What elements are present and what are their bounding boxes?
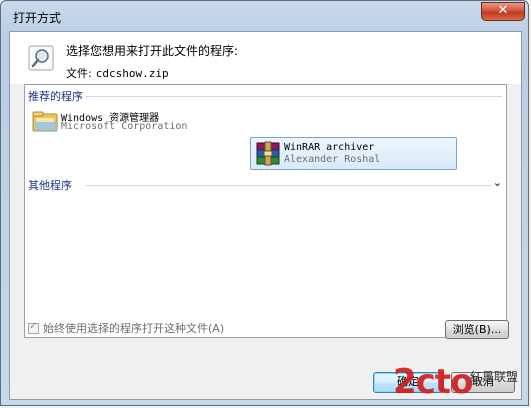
always-use-row[interactable]: 始终使用选择的程序打开这种文件(A) xyxy=(28,320,224,336)
file-label: 文件: xyxy=(66,67,92,80)
close-icon: ✕ xyxy=(497,3,509,18)
dialog-window: 打开方式 ✕ 选择您想用来打开此文件的程序: 文件: cdcshow.zip 推荐… xyxy=(0,0,529,406)
cancel-button[interactable]: 取消 xyxy=(451,372,515,393)
prompt-text: 选择您想用来打开此文件的程序: xyxy=(66,44,239,58)
always-use-checkbox[interactable] xyxy=(28,321,39,334)
chevron-down-icon[interactable]: ⌄ xyxy=(493,176,502,189)
group-header-other[interactable]: 其他程序 ⌄ xyxy=(28,176,502,192)
program-name: WinRAR archiver xyxy=(284,142,375,153)
group-label-other: 其他程序 xyxy=(28,179,72,192)
ok-button[interactable]: 确定 xyxy=(373,372,443,393)
folder-icon xyxy=(32,111,58,132)
dialog-client: 选择您想用来打开此文件的程序: 文件: cdcshow.zip 推荐的程序 Win… xyxy=(9,31,522,400)
program-item-windows-explorer[interactable]: Windows 资源管理器 Microsoft Corporation xyxy=(28,105,228,138)
group-divider xyxy=(86,96,502,97)
close-button[interactable]: ✕ xyxy=(481,2,525,21)
group-divider xyxy=(86,185,492,186)
window-title: 打开方式 xyxy=(13,11,62,25)
file-info: 文件: cdcshow.zip xyxy=(66,65,169,81)
winrar-icon xyxy=(256,141,280,166)
group-label-recommended: 推荐的程序 xyxy=(28,90,83,103)
group-header-recommended[interactable]: 推荐的程序 xyxy=(28,88,502,103)
program-publisher: Alexander Roshal xyxy=(284,154,381,165)
title-bar[interactable]: 打开方式 ✕ xyxy=(1,1,530,29)
program-list[interactable]: 推荐的程序 Windows 资源管理器 Microsoft Corporatio… xyxy=(24,84,507,338)
program-publisher: Microsoft Corporation xyxy=(61,121,188,132)
program-item-winrar[interactable]: WinRAR archiver Alexander Roshal xyxy=(250,137,457,170)
file-name: cdcshow.zip xyxy=(95,67,169,80)
prompt-area: 选择您想用来打开此文件的程序: 文件: cdcshow.zip xyxy=(10,32,521,84)
magnifier-icon xyxy=(28,45,54,71)
browse-button[interactable]: 浏览(B)... xyxy=(445,320,509,339)
always-use-label: 始终使用选择的程序打开这种文件(A) xyxy=(43,322,225,335)
